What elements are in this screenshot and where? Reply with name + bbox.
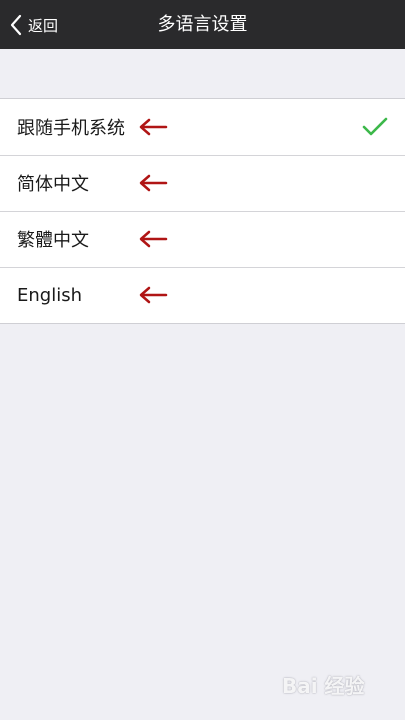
arrow-left-icon bbox=[139, 174, 168, 192]
language-option-label: 跟随手机系统 bbox=[17, 118, 125, 139]
arrow-left-icon bbox=[139, 118, 168, 136]
navigation-bar: 返回 多语言设置 bbox=[0, 0, 405, 49]
language-option-follow-system[interactable]: 跟随手机系统 bbox=[0, 99, 405, 155]
arrow-left-icon bbox=[139, 230, 168, 248]
back-button[interactable]: 返回 bbox=[10, 10, 58, 40]
arrow-left-icon bbox=[139, 286, 168, 304]
language-option-label: 简体中文 bbox=[17, 174, 89, 195]
watermark-text: Bai 经验 bbox=[282, 674, 365, 698]
language-option-english[interactable]: English bbox=[0, 267, 405, 323]
checkmark-icon bbox=[362, 117, 388, 136]
watermark: Bai 经验 bbox=[282, 660, 377, 700]
chevron-left-icon bbox=[10, 14, 22, 36]
language-list: 跟随手机系统 简体中文 繁體中文 English bbox=[0, 98, 405, 324]
language-option-label: English bbox=[17, 284, 82, 306]
language-option-simplified-chinese[interactable]: 简体中文 bbox=[0, 155, 405, 211]
language-option-traditional-chinese[interactable]: 繁體中文 bbox=[0, 211, 405, 267]
language-option-label: 繁體中文 bbox=[17, 230, 89, 251]
page-title: 多语言设置 bbox=[157, 14, 248, 35]
back-label: 返回 bbox=[28, 16, 59, 35]
